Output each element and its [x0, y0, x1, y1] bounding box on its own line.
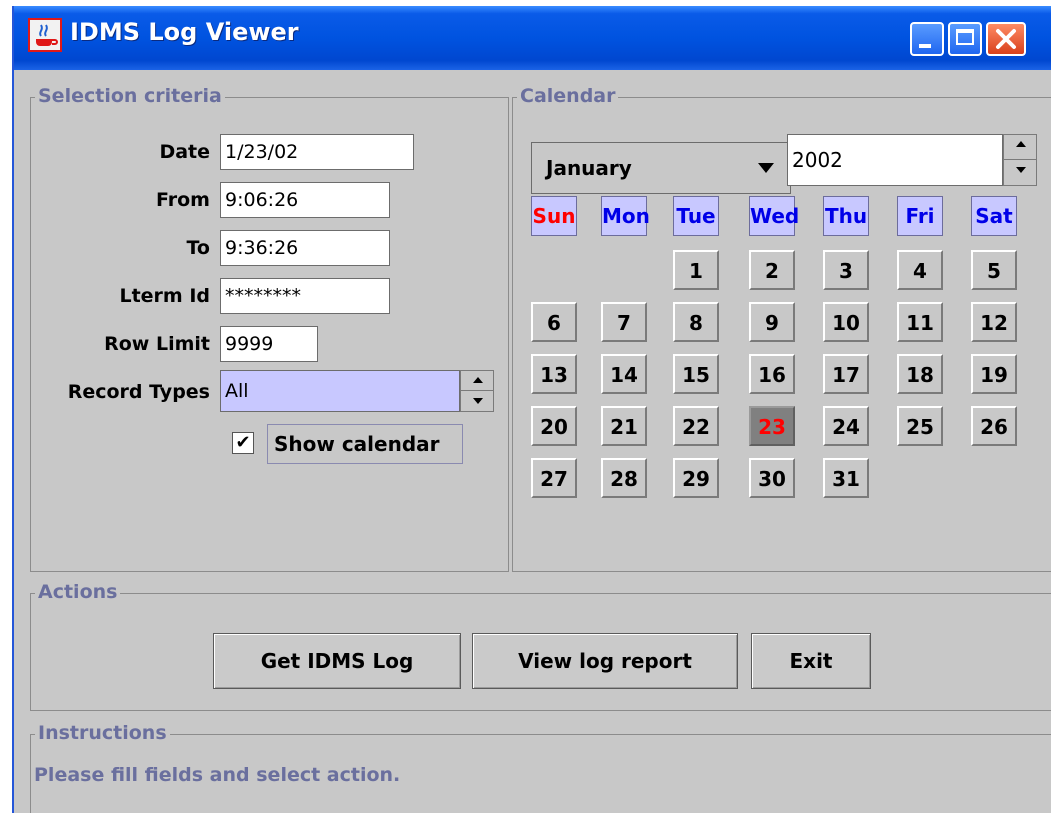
day-header-thu: Thu — [823, 196, 869, 236]
year-spinner[interactable] — [1003, 134, 1037, 186]
calendar-day-10[interactable]: 10 — [823, 302, 869, 342]
calendar-day-13[interactable]: 13 — [531, 354, 577, 394]
show-calendar-label[interactable]: Show calendar — [267, 424, 463, 464]
actions-title: Actions — [35, 580, 121, 604]
calendar-day-8[interactable]: 8 — [673, 302, 719, 342]
record-types-label: Record Types — [67, 381, 210, 403]
minimize-icon — [919, 44, 931, 48]
get-idms-log-button[interactable]: Get IDMS Log — [213, 633, 461, 689]
month-value: January — [546, 156, 632, 180]
date-field[interactable]: 1/23/02 — [220, 134, 414, 170]
close-icon — [996, 29, 1016, 49]
instructions-text: Please fill fields and select action. — [34, 764, 401, 786]
calendar-day-25[interactable]: 25 — [897, 406, 943, 446]
row-limit-field[interactable]: 9999 — [220, 326, 318, 362]
instructions-title: Instructions — [35, 721, 170, 745]
calendar-day-28[interactable]: 28 — [601, 458, 647, 498]
show-calendar-checkbox[interactable]: ✔ — [232, 432, 254, 454]
dropdown-arrow-icon[interactable] — [758, 163, 774, 173]
calendar-day-11[interactable]: 11 — [897, 302, 943, 342]
calendar-day-29[interactable]: 29 — [673, 458, 719, 498]
calendar-day-30[interactable]: 30 — [749, 458, 795, 498]
day-header-sun: Sun — [531, 196, 577, 236]
record-types-field[interactable]: All — [220, 370, 460, 412]
maximize-button[interactable] — [948, 22, 982, 56]
calendar-day-12[interactable]: 12 — [971, 302, 1017, 342]
lterm-id-field[interactable]: ******** — [220, 278, 390, 314]
calendar-day-26[interactable]: 26 — [971, 406, 1017, 446]
spinner-up-icon[interactable] — [1004, 135, 1036, 160]
to-label: To — [186, 237, 211, 259]
minimize-button[interactable] — [910, 22, 944, 56]
calendar-day-6[interactable]: 6 — [531, 302, 577, 342]
day-header-sat: Sat — [971, 196, 1017, 236]
close-button[interactable] — [986, 22, 1026, 56]
day-header-tue: Tue — [673, 196, 719, 236]
calendar-title: Calendar — [517, 84, 619, 108]
spinner-up-icon[interactable] — [461, 371, 493, 391]
title-bar[interactable]: IDMS Log Viewer — [14, 6, 1051, 70]
calendar-day-16[interactable]: 16 — [749, 354, 795, 394]
row-limit-label: Row Limit — [104, 333, 210, 355]
calendar-day-20[interactable]: 20 — [531, 406, 577, 446]
calendar-day-24[interactable]: 24 — [823, 406, 869, 446]
calendar-day-22[interactable]: 22 — [673, 406, 719, 446]
calendar-day-21[interactable]: 21 — [601, 406, 647, 446]
calendar-day-9[interactable]: 9 — [749, 302, 795, 342]
calendar-day-23[interactable]: 23 — [749, 406, 795, 446]
calendar-day-31[interactable]: 31 — [823, 458, 869, 498]
spinner-down-icon[interactable] — [1004, 160, 1036, 185]
lterm-id-label: Lterm Id — [119, 285, 210, 307]
day-header-fri: Fri — [897, 196, 943, 236]
app-window: IDMS Log Viewer Selection criteria Date … — [12, 6, 1051, 813]
calendar-day-15[interactable]: 15 — [673, 354, 719, 394]
date-label: Date — [159, 141, 210, 163]
window-title: IDMS Log Viewer — [70, 18, 299, 46]
calendar-day-7[interactable]: 7 — [601, 302, 647, 342]
year-field[interactable]: 2002 — [787, 134, 1003, 186]
calendar-day-18[interactable]: 18 — [897, 354, 943, 394]
calendar-day-3[interactable]: 3 — [823, 250, 869, 290]
calendar-day-19[interactable]: 19 — [971, 354, 1017, 394]
calendar-day-5[interactable]: 5 — [971, 250, 1017, 290]
calendar-day-2[interactable]: 2 — [749, 250, 795, 290]
java-cup-icon — [28, 18, 62, 52]
calendar-day-1[interactable]: 1 — [673, 250, 719, 290]
exit-button[interactable]: Exit — [751, 633, 871, 689]
spinner-down-icon[interactable] — [461, 391, 493, 411]
calendar-day-14[interactable]: 14 — [601, 354, 647, 394]
from-label: From — [156, 189, 210, 211]
calendar-day-17[interactable]: 17 — [823, 354, 869, 394]
view-log-report-button[interactable]: View log report — [472, 633, 738, 689]
selection-criteria-title: Selection criteria — [35, 84, 225, 108]
calendar-day-4[interactable]: 4 — [897, 250, 943, 290]
to-time-field[interactable]: 9:36:26 — [220, 230, 390, 266]
calendar-day-27[interactable]: 27 — [531, 458, 577, 498]
day-header-mon: Mon — [601, 196, 650, 236]
maximize-icon — [956, 29, 974, 45]
month-combo[interactable]: January — [531, 142, 791, 194]
record-types-spinner[interactable] — [460, 370, 494, 412]
from-time-field[interactable]: 9:06:26 — [220, 182, 390, 218]
day-header-wed: Wed — [749, 196, 799, 236]
